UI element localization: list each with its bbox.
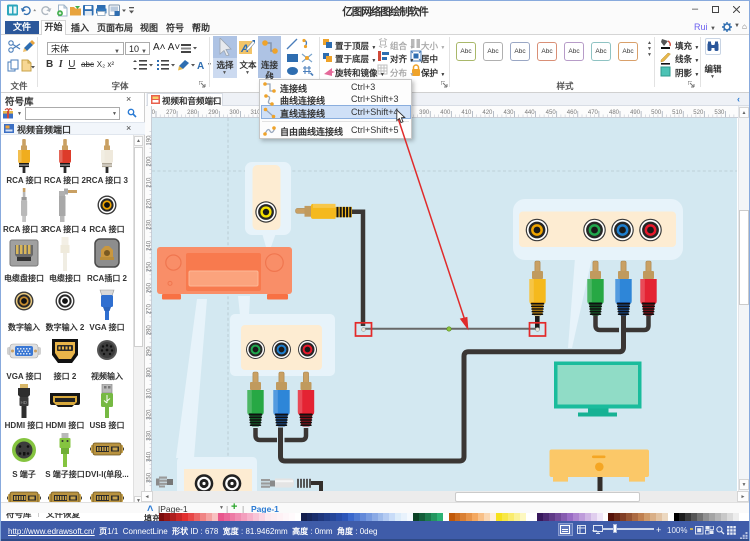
svg-text:A: A [197, 61, 204, 71]
svg-text:530: 530 [714, 110, 725, 116]
svg-text:440: 440 [525, 110, 536, 116]
svg-text:420: 420 [482, 110, 493, 116]
svg-text:470: 470 [588, 110, 599, 116]
svg-text:460: 460 [567, 110, 578, 116]
svg-text:HD: HD [21, 400, 28, 405]
svg-text:520: 520 [693, 110, 704, 116]
svg-text:270: 270 [166, 110, 177, 116]
svg-text:490: 490 [630, 110, 641, 116]
svg-text:480: 480 [609, 110, 620, 116]
svg-text:280: 280 [187, 110, 198, 116]
svg-text:500: 500 [651, 110, 662, 116]
svg-text:290: 290 [208, 110, 219, 116]
svg-text:300: 300 [229, 110, 240, 116]
svg-text:430: 430 [503, 110, 514, 116]
svg-text:510: 510 [672, 110, 683, 116]
svg-text:450: 450 [546, 110, 557, 116]
